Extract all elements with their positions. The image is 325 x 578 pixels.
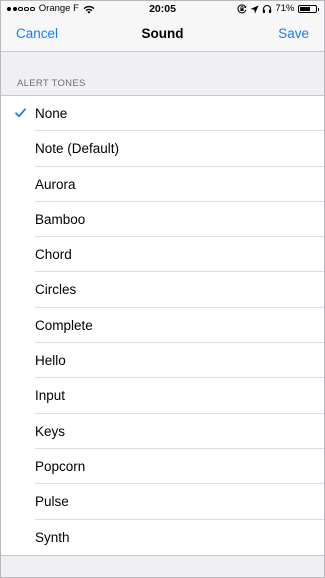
tone-label: Synth: [35, 529, 70, 545]
tone-row-none[interactable]: None: [1, 96, 324, 132]
tone-row-aurora[interactable]: Aurora: [1, 167, 324, 202]
tone-label: Pulse: [35, 494, 69, 510]
tone-row-hello[interactable]: Hello: [1, 343, 324, 379]
tone-label: Aurora: [35, 176, 76, 192]
battery-cap: [317, 7, 319, 11]
tone-row-input[interactable]: Input: [1, 378, 324, 414]
tone-label: Input: [35, 388, 66, 404]
tone-row-note-default[interactable]: Note (Default): [1, 131, 324, 167]
tone-row-synth[interactable]: Synth: [1, 520, 324, 555]
screen: Orange F 20:05 71% Cancel Sound Save ALE…: [0, 0, 325, 578]
battery-icon: [297, 5, 317, 13]
tone-label: Complete: [35, 317, 93, 333]
tone-row-bamboo[interactable]: Bamboo: [1, 202, 324, 238]
tone-row-pulse[interactable]: Pulse: [1, 484, 324, 520]
tone-label: Hello: [35, 353, 66, 369]
tone-row-complete[interactable]: Complete: [1, 308, 324, 344]
tone-row-circles[interactable]: Circles: [1, 272, 324, 308]
status-bar: Orange F 20:05 71%: [1, 1, 324, 17]
tone-label: Circles: [35, 282, 77, 298]
alert-tone-list: None Note (Default) Aurora Bamboo Chord …: [1, 95, 324, 556]
location-arrow-icon: [250, 5, 259, 13]
page-title: Sound: [141, 26, 184, 41]
tone-label: Keys: [35, 423, 66, 439]
orientation-lock-icon: [237, 4, 247, 14]
checkmark-icon: [15, 108, 26, 118]
status-right: 71%: [237, 4, 319, 14]
headphones-icon: [263, 4, 272, 13]
tone-label: Popcorn: [35, 458, 86, 474]
save-button[interactable]: Save: [278, 26, 309, 42]
tone-row-popcorn[interactable]: Popcorn: [1, 449, 324, 485]
battery-percentage: 71%: [275, 3, 295, 14]
tone-label: Bamboo: [35, 211, 86, 227]
tone-row-keys[interactable]: Keys: [1, 414, 324, 449]
tone-label: Note (Default): [35, 141, 120, 157]
navigation-bar: Cancel Sound Save: [1, 17, 324, 52]
battery-fill: [299, 7, 311, 11]
tone-label: Chord: [35, 247, 72, 263]
tone-label: None: [35, 106, 68, 121]
section-header-alert-tones: ALERT TONES: [17, 78, 86, 89]
tone-row-chord[interactable]: Chord: [1, 237, 324, 273]
